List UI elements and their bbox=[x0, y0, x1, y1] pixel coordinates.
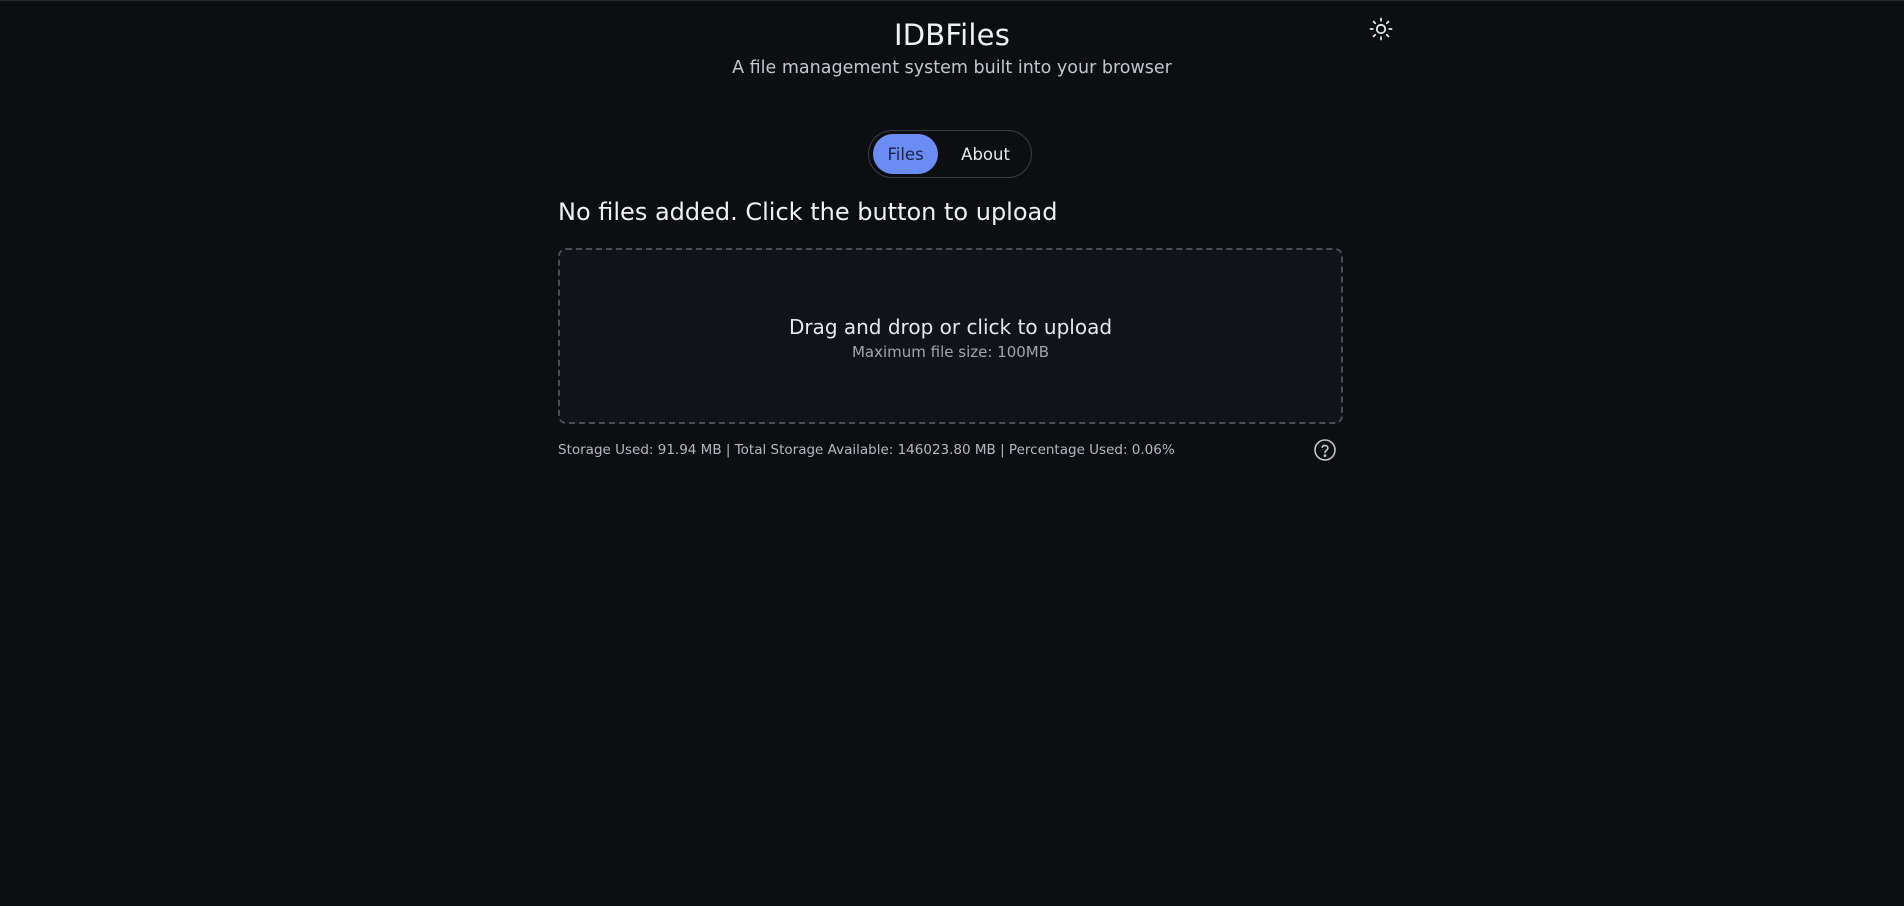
storage-info: Storage Used: 91.94 MB | Total Storage A… bbox=[558, 442, 1175, 458]
tab-switcher: Files About bbox=[868, 130, 1032, 178]
question-circle-icon bbox=[1313, 438, 1337, 462]
app-header: IDBFiles A file management system built … bbox=[0, 15, 1904, 81]
dropzone-title: Drag and drop or click to upload bbox=[788, 314, 1113, 339]
dropzone-max-size: Maximum file size: 100MB bbox=[851, 342, 1050, 361]
empty-state-heading: No files added. Click the button to uplo… bbox=[558, 198, 1058, 226]
upload-dropzone[interactable]: Drag and drop or click to upload Maximum… bbox=[558, 248, 1343, 424]
tab-files[interactable]: Files bbox=[873, 134, 939, 174]
theme-toggle-button[interactable] bbox=[1368, 16, 1394, 42]
app-title: IDBFiles bbox=[893, 18, 1010, 52]
sun-icon bbox=[1369, 17, 1393, 41]
app-page: IDBFiles A file management system built … bbox=[0, 0, 1904, 906]
tab-about[interactable]: About bbox=[944, 134, 1027, 174]
help-button[interactable] bbox=[1313, 438, 1337, 462]
app-subtitle: A file management system built into your… bbox=[732, 58, 1172, 78]
